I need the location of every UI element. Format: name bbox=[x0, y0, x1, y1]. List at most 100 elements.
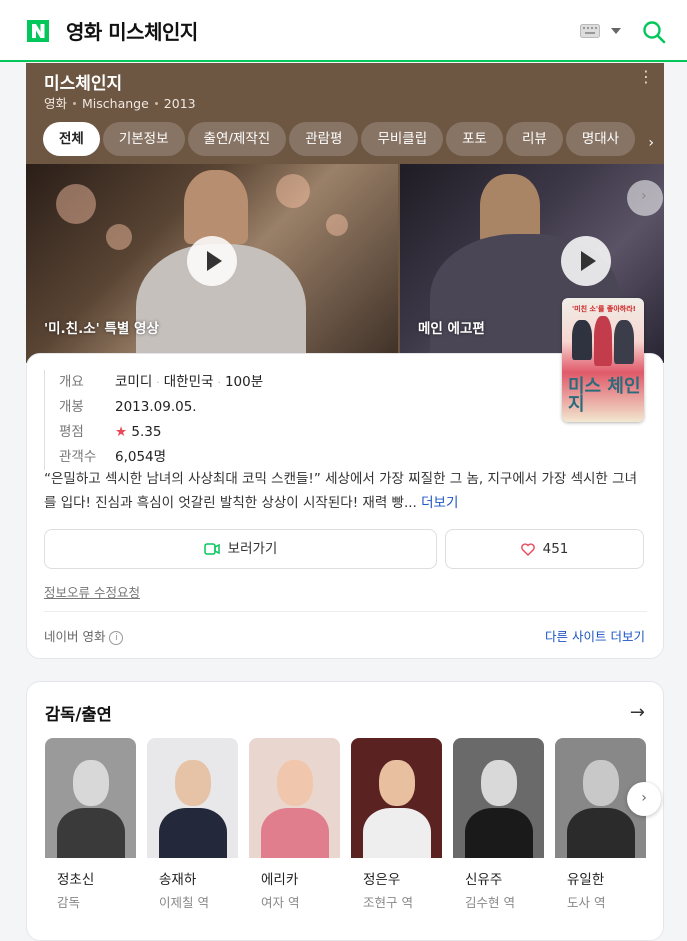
tab-review[interactable]: 리뷰 bbox=[505, 122, 563, 156]
cast-name: 에리카 bbox=[261, 872, 299, 888]
fact-genre[interactable]: 코미디 bbox=[115, 374, 152, 390]
star-icon: ★ bbox=[115, 424, 128, 440]
chevron-down-icon[interactable] bbox=[611, 28, 621, 34]
poster-tagline: '미친 소'를 좋아하라! bbox=[572, 305, 636, 313]
cast-photo bbox=[45, 738, 136, 858]
source-label: 네이버 영화 i bbox=[44, 626, 124, 645]
fact-key: 평점 bbox=[59, 424, 84, 440]
video-clip-1[interactable]: '미.친.소' 특별 영상 bbox=[26, 164, 398, 363]
photo-body bbox=[159, 808, 227, 858]
cast-name: 송재하 bbox=[159, 872, 197, 888]
photo-body bbox=[567, 808, 635, 858]
cast-member[interactable]: 정초신감독 bbox=[45, 738, 136, 911]
tab-quotes[interactable]: 명대사 bbox=[565, 122, 636, 156]
movie-meta: 영화 Mischange 2013 bbox=[44, 93, 196, 112]
cast-role: 도사 역 bbox=[567, 895, 606, 910]
tab-reviews-rating[interactable]: 관람평 bbox=[289, 122, 359, 156]
top-header: 영화 미스체인지 bbox=[0, 0, 687, 62]
chevron-right-icon: › bbox=[641, 790, 647, 806]
cast-role: 김수현 역 bbox=[465, 895, 515, 910]
cast-card: 감독/출연 → 정초신 감독 송재하 이제칠 역 에리카 여자 역 정은우 조현구 역 신유주 김… bbox=[26, 681, 664, 941]
cast-member[interactable]: 송재하이제칠 역 bbox=[147, 738, 238, 911]
photo-head bbox=[175, 760, 211, 806]
cast-member[interactable]: 신유주김수현 역 bbox=[453, 738, 544, 911]
like-button[interactable]: 451 bbox=[445, 529, 644, 569]
tab-movie-clips[interactable]: 무비클립 bbox=[361, 122, 444, 156]
cast-photo bbox=[147, 738, 238, 858]
meta-english-title: Mischange bbox=[82, 96, 149, 111]
cast-role: 감독 bbox=[57, 895, 81, 910]
cast-member[interactable]: 에리카여자 역 bbox=[249, 738, 340, 911]
video-icon bbox=[203, 543, 220, 555]
synopsis-text: “은밀하고 섹시한 남녀의 사상최대 코믹 스캔들!” 세상에서 가장 찌질한 … bbox=[44, 471, 637, 511]
meta-year: 2013 bbox=[163, 96, 196, 111]
movie-tabs: 전체 기본정보 출연/제작진 관람평 무비클립 포토 리뷰 명대사 bbox=[43, 122, 663, 156]
photo-head bbox=[583, 760, 619, 806]
tab-cast-crew[interactable]: 출연/제작진 bbox=[187, 122, 287, 156]
photo-body bbox=[363, 808, 431, 858]
photo-body bbox=[261, 808, 329, 858]
tab-all[interactable]: 전체 bbox=[43, 122, 100, 156]
more-link[interactable]: 더보기 bbox=[421, 495, 458, 511]
info-icon[interactable]: i bbox=[109, 630, 124, 645]
report-error-link[interactable]: 정보오류 수정요청 bbox=[44, 582, 140, 601]
chevron-right-icon: › bbox=[641, 188, 647, 204]
fact-release: 개봉 2013.09.05. bbox=[59, 395, 263, 420]
naver-logo-icon[interactable] bbox=[27, 20, 49, 42]
watch-label: 보러가기 bbox=[227, 541, 278, 557]
play-icon[interactable] bbox=[187, 236, 237, 286]
photo-head bbox=[379, 760, 415, 806]
keyboard-icon[interactable] bbox=[580, 24, 600, 38]
cast-next-button[interactable]: › bbox=[627, 782, 661, 816]
poster-title: 미스 체인지 bbox=[568, 376, 641, 415]
watch-button[interactable]: 보러가기 bbox=[44, 529, 437, 569]
movie-title: 미스체인지 bbox=[44, 74, 123, 94]
fact-country[interactable]: 대한민국 bbox=[164, 374, 214, 390]
tab-photos[interactable]: 포토 bbox=[446, 122, 503, 156]
photo-head bbox=[73, 760, 109, 806]
cast-role: 이제칠 역 bbox=[159, 895, 209, 910]
cast-photo bbox=[453, 738, 544, 858]
rating-value: 5.35 bbox=[131, 424, 162, 440]
cast-list: 정초신 감독 송재하 이제칠 역 에리카 여자 역 정은우 조현구 역 신유주 김수현 역 유일한 도… bbox=[45, 738, 663, 938]
fact-rating: 평점 ★ 5.35 bbox=[59, 420, 263, 445]
fact-release-date: 2013.09.05. bbox=[115, 399, 197, 415]
cast-photo bbox=[351, 738, 442, 858]
cast-name: 정은우 bbox=[363, 872, 401, 888]
cast-name: 유일한 bbox=[567, 872, 605, 888]
other-sites-link[interactable]: 다른 사이트 더보기 bbox=[545, 626, 645, 645]
more-options-icon[interactable]: ⋮ bbox=[638, 69, 654, 85]
fact-key: 개요 bbox=[59, 374, 84, 390]
fact-runtime: 100분 bbox=[224, 374, 264, 390]
audience-count: 6,054명 bbox=[115, 449, 167, 465]
video-label: 메인 에고편 bbox=[418, 321, 485, 337]
cast-role: 조현구 역 bbox=[363, 895, 413, 910]
fact-overview: 개요 코미디 · 대한민국 · 100분 bbox=[59, 370, 263, 395]
arrow-right-icon[interactable]: → bbox=[630, 702, 645, 723]
photo-head bbox=[277, 760, 313, 806]
video-next-button[interactable]: › bbox=[627, 180, 663, 216]
cast-photo bbox=[249, 738, 340, 858]
video-label: '미.친.소' 특별 영상 bbox=[44, 321, 159, 337]
play-icon[interactable] bbox=[561, 236, 611, 286]
search-query-title[interactable]: 영화 미스체인지 bbox=[66, 16, 198, 45]
movie-poster[interactable]: '미친 소'를 좋아하라! 미스 체인지 bbox=[562, 298, 644, 422]
facts-list: 개요 코미디 · 대한민국 · 100분 개봉 2013.09.05. 평점 ★ 5.35 관… bbox=[44, 370, 263, 470]
cast-member[interactable]: 유일한도사 역 bbox=[555, 738, 646, 911]
tabs-next-icon[interactable]: › bbox=[648, 135, 654, 151]
cast-name: 신유주 bbox=[465, 872, 503, 888]
cast-name: 정초신 bbox=[57, 872, 95, 888]
like-count: 451 bbox=[542, 541, 569, 557]
cast-role: 여자 역 bbox=[261, 895, 300, 910]
source-text[interactable]: 네이버 영화 bbox=[44, 629, 105, 644]
search-icon[interactable] bbox=[642, 20, 666, 44]
photo-body bbox=[57, 808, 125, 858]
meta-type: 영화 bbox=[44, 96, 68, 111]
photo-head bbox=[481, 760, 517, 806]
cast-member[interactable]: 정은우조현구 역 bbox=[351, 738, 442, 911]
synopsis: “은밀하고 섹시한 남녀의 사상최대 코믹 스캔들!” 세상에서 가장 찌질한 … bbox=[44, 467, 648, 515]
tab-basic-info[interactable]: 기본정보 bbox=[102, 122, 185, 156]
cast-heading[interactable]: 감독/출연 bbox=[45, 701, 112, 725]
divider bbox=[44, 611, 647, 612]
fact-key: 개봉 bbox=[59, 399, 84, 415]
